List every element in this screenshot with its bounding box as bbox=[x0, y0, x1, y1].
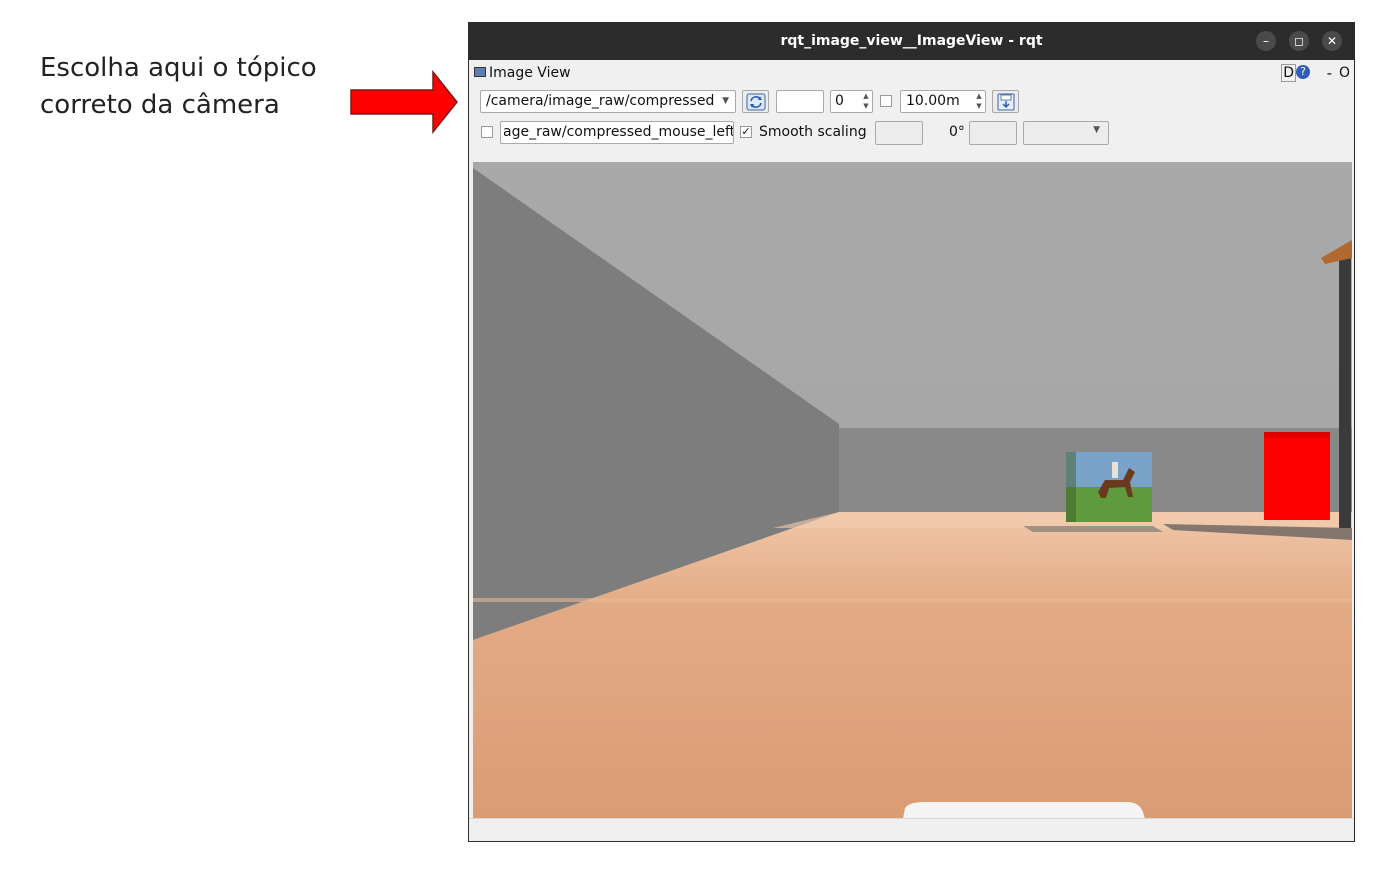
smooth-scaling-label: Smooth scaling bbox=[759, 124, 867, 140]
maximize-icon[interactable]: ◻ bbox=[1289, 31, 1309, 51]
limit-checkbox[interactable] bbox=[880, 95, 892, 107]
camera-image-view[interactable] bbox=[473, 162, 1352, 819]
close-plugin-button[interactable]: O bbox=[1339, 65, 1350, 81]
refresh-icon bbox=[746, 93, 766, 111]
close-icon[interactable]: ✕ bbox=[1322, 31, 1342, 51]
toolbar-row-1: /camera/image_raw/compressed ▼ 0 ▲ ▼ 10.0… bbox=[469, 86, 1354, 119]
topic-select-value: /camera/image_raw/compressed bbox=[486, 93, 715, 109]
spin-value: 0 bbox=[835, 93, 844, 109]
spin-arrows-icon[interactable]: ▲ ▼ bbox=[860, 91, 872, 112]
blank-input[interactable] bbox=[776, 90, 824, 113]
window-title: rqt_image_view__ImageView - rqt bbox=[780, 33, 1043, 49]
save-icon bbox=[997, 93, 1015, 111]
annotation-line-2: correto da câmera bbox=[40, 90, 280, 120]
red-arrow-icon bbox=[350, 70, 458, 134]
plugin-header: Image View D ? - O bbox=[469, 60, 1354, 86]
rotation-label: 0° bbox=[949, 124, 965, 140]
mouse-topic-input[interactable]: age_raw/compressed_mouse_left bbox=[500, 121, 734, 144]
rqt-window: rqt_image_view__ImageView - rqt – ◻ ✕ Im… bbox=[468, 22, 1355, 842]
help-icon[interactable]: ? bbox=[1296, 65, 1310, 79]
annotation-line-1: Escolha aqui o tópico bbox=[40, 53, 317, 83]
status-bar bbox=[469, 818, 1354, 841]
annotation-text: Escolha aqui o tópico correto da câmera bbox=[40, 50, 340, 124]
spin-box[interactable]: 0 ▲ ▼ bbox=[830, 90, 873, 113]
image-view-icon bbox=[474, 67, 486, 77]
minimize-plugin-button[interactable]: - bbox=[1327, 64, 1332, 82]
color-scheme-select[interactable]: ▼ bbox=[1023, 121, 1109, 145]
minimize-icon[interactable]: – bbox=[1256, 31, 1276, 51]
chevron-down-icon: ▼ bbox=[722, 96, 729, 106]
plugin-title: Image View bbox=[489, 65, 571, 81]
title-bar: rqt_image_view__ImageView - rqt – ◻ ✕ bbox=[469, 23, 1354, 60]
toolbar-row-2: age_raw/compressed_mouse_left ✓ Smooth s… bbox=[469, 119, 1354, 151]
rotate-left-button[interactable] bbox=[875, 121, 923, 145]
range-spinbox[interactable]: 10.00m ▲ ▼ bbox=[900, 90, 986, 113]
save-button[interactable] bbox=[992, 90, 1019, 113]
topic-select[interactable]: /camera/image_raw/compressed ▼ bbox=[480, 90, 736, 113]
refresh-button[interactable] bbox=[742, 90, 769, 113]
smooth-scaling-checkbox[interactable]: ✓ bbox=[740, 126, 752, 138]
camera-scene-image bbox=[473, 162, 1352, 819]
range-arrows-icon[interactable]: ▲ ▼ bbox=[973, 91, 985, 112]
chevron-down-icon: ▼ bbox=[1093, 125, 1100, 135]
range-value: 10.00m bbox=[906, 93, 960, 109]
publish-click-checkbox[interactable] bbox=[481, 126, 493, 138]
rotate-right-button[interactable] bbox=[969, 121, 1017, 145]
dock-button[interactable]: D bbox=[1281, 64, 1296, 82]
